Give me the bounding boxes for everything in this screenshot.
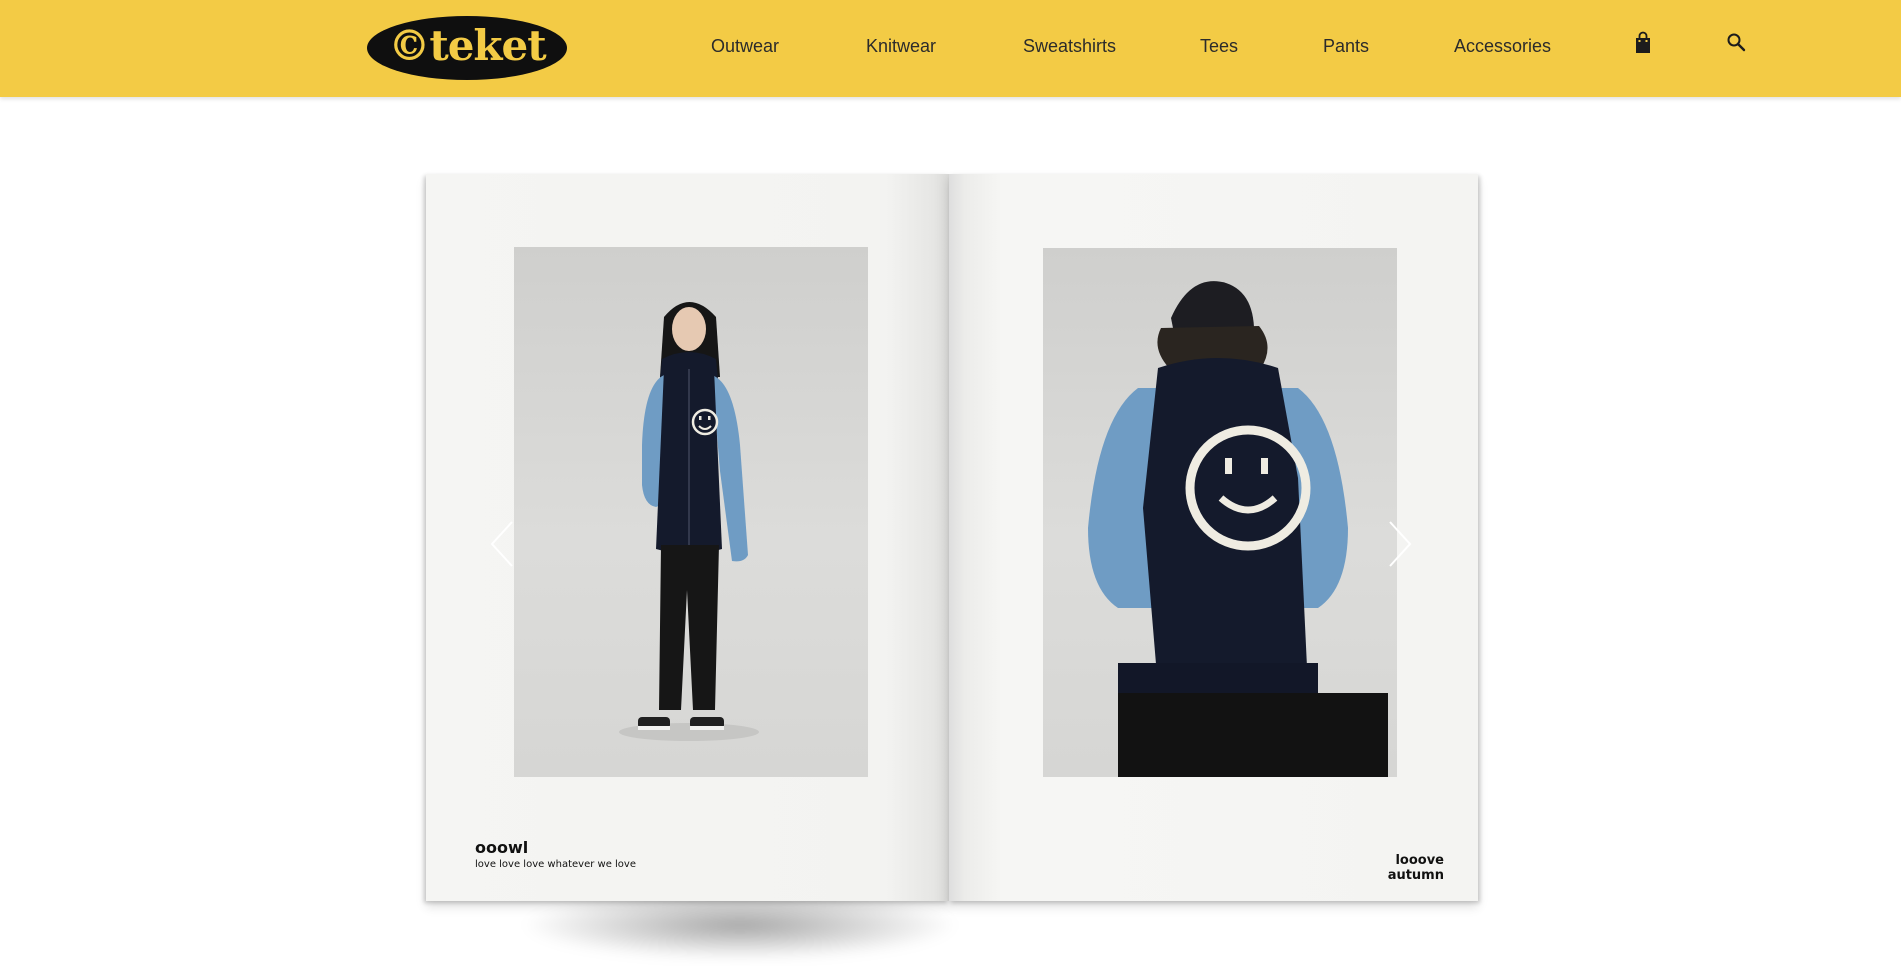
lookbook-left-title: ooowl bbox=[475, 838, 529, 857]
lookbook-photo-back bbox=[1043, 248, 1397, 777]
nav-item-outwear[interactable]: Outwear bbox=[711, 36, 779, 57]
nav-item-tees[interactable]: Tees bbox=[1200, 36, 1238, 57]
next-arrow-icon[interactable] bbox=[1386, 520, 1414, 568]
main-nav: Outwear Knitwear Sweatshirts Tees Pants … bbox=[0, 36, 1901, 64]
nav-item-sweatshirts[interactable]: Sweatshirts bbox=[1023, 36, 1116, 57]
lookbook-right-caption: looove autumn bbox=[1387, 853, 1444, 883]
previous-arrow-icon[interactable] bbox=[488, 520, 516, 568]
search-icon[interactable] bbox=[1724, 30, 1748, 56]
site-header: ©teket Outwear Knitwear Sweatshirts Tees… bbox=[0, 0, 1901, 97]
lookbook-photo-front bbox=[514, 247, 868, 777]
nav-item-knitwear[interactable]: Knitwear bbox=[866, 36, 936, 57]
nav-item-pants[interactable]: Pants bbox=[1323, 36, 1369, 57]
shopping-bag-icon[interactable] bbox=[1631, 30, 1655, 56]
lookbook-left-subtitle: love love love whatever we love bbox=[475, 859, 636, 870]
nav-item-accessories[interactable]: Accessories bbox=[1454, 36, 1551, 57]
